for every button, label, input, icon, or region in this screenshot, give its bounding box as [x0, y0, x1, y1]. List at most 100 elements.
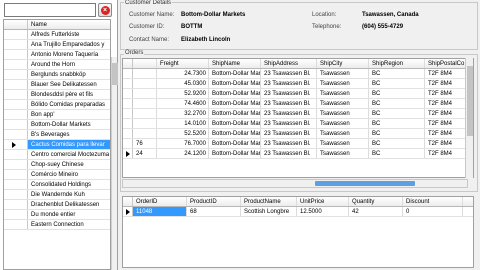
table-cell[interactable]: BC	[369, 69, 425, 78]
list-item[interactable]: Around the Horn	[4, 60, 110, 70]
table-row[interactable]: 7676.7000Bottom-Dollar Marke23 Tsawassen…	[123, 139, 473, 149]
table-cell[interactable]: BC	[369, 79, 425, 88]
scroll-thumb[interactable]	[315, 181, 415, 186]
customer-name-cell[interactable]: Bólido Comidas preparadas	[28, 100, 110, 109]
table-cell[interactable]: 24.1200	[157, 149, 209, 158]
list-item[interactable]: Bólido Comidas preparadas	[4, 100, 110, 110]
order-details-column-header[interactable]: Discount	[403, 197, 463, 206]
row-header[interactable]	[123, 69, 133, 78]
row-header[interactable]	[4, 190, 28, 199]
list-item[interactable]: Die Wandernde Kuh	[4, 190, 110, 200]
table-cell[interactable]: Bottom-Dollar Marke	[209, 149, 261, 158]
order-details-grid[interactable]: OrderID ProductID ProductName UnitPrice Quan…	[122, 196, 474, 268]
table-cell[interactable]: Bottom-Dollar Marke	[209, 89, 261, 98]
order-details-column-header[interactable]: OrderID	[133, 197, 187, 206]
table-cell[interactable]: T2F 8M4	[425, 149, 469, 158]
table-cell[interactable]: Tsawassen	[317, 129, 369, 138]
table-cell[interactable]: T2F 8M4	[425, 129, 469, 138]
customer-name-cell[interactable]: Bon app'	[28, 110, 110, 119]
table-cell[interactable]: Tsawassen	[317, 89, 369, 98]
list-item[interactable]: Du monde entier	[4, 210, 110, 220]
list-item[interactable]: Drachenblut Delikatessen	[4, 200, 110, 210]
table-row[interactable]: 11048 68 Scottish Longbre 12.5000 42 0	[123, 207, 473, 217]
row-header[interactable]	[123, 109, 133, 118]
row-header[interactable]	[4, 130, 28, 139]
customer-name-cell[interactable]: Ana Trujillo Emparedados y	[28, 40, 110, 49]
table-cell[interactable]: 23 Tsawassen Bl.	[261, 69, 317, 78]
row-header[interactable]	[4, 150, 28, 159]
table-cell[interactable]: T2F 8M4	[425, 139, 469, 148]
name-column-header[interactable]: Name	[28, 20, 47, 29]
table-cell[interactable]: T2F 8M4	[425, 69, 469, 78]
table-cell[interactable]: Bottom-Dollar Marke	[209, 109, 261, 118]
list-item[interactable]: Consolidated Holdings	[4, 180, 110, 190]
table-row[interactable]: 32.2700Bottom-Dollar Marke23 Tsawassen B…	[123, 109, 473, 119]
row-header[interactable]	[123, 119, 133, 128]
customer-name-cell[interactable]: Alfreds Futterkiste	[28, 30, 110, 39]
row-header[interactable]	[4, 50, 28, 59]
order-details-column-header[interactable]: Quantity	[349, 197, 403, 206]
row-header[interactable]	[4, 70, 28, 79]
customer-name-cell[interactable]: Drachenblut Delikatessen	[28, 200, 110, 209]
orders-column-header[interactable]: ShipRegion	[369, 59, 425, 68]
row-header[interactable]	[4, 90, 28, 99]
table-cell[interactable]: 23 Tsawassen Bl.	[261, 119, 317, 128]
table-cell[interactable]: 76.7000	[157, 139, 209, 148]
table-cell[interactable]: BC	[369, 99, 425, 108]
list-item[interactable]: B's Beverages	[4, 130, 110, 140]
customer-name-cell[interactable]: Comércio Mineiro	[28, 170, 110, 179]
row-header[interactable]	[4, 200, 28, 209]
table-cell[interactable]: 45.0300	[157, 79, 209, 88]
customer-name-cell[interactable]: B's Beverages	[28, 130, 110, 139]
customer-name-cell[interactable]: Consolidated Holdings	[28, 180, 110, 189]
row-header[interactable]	[123, 99, 133, 108]
list-item[interactable]: Blauer See Delikatessen	[4, 80, 110, 90]
customer-name-cell[interactable]: Die Wandernde Kuh	[28, 190, 110, 199]
table-cell[interactable]: 23 Tsawassen Bl.	[261, 99, 317, 108]
list-item[interactable]: Ana Trujillo Emparedados y	[4, 40, 110, 50]
row-header[interactable]	[4, 30, 28, 39]
row-header[interactable]	[123, 207, 133, 216]
customer-name-cell[interactable]: Du monde entier	[28, 210, 110, 219]
table-cell[interactable]: T2F 8M4	[425, 79, 469, 88]
list-item[interactable]: Antonio Moreno Taquería	[4, 50, 110, 60]
list-item[interactable]: Bon app'	[4, 110, 110, 120]
orders-grid-hscroll[interactable]	[122, 179, 468, 188]
table-row[interactable]: 14.0100Bottom-Dollar Marke23 Tsawassen B…	[123, 119, 473, 129]
table-cell[interactable]: Bottom-Dollar Marke	[209, 139, 261, 148]
row-header[interactable]	[123, 139, 133, 148]
table-row[interactable]: 2424.1200Bottom-Dollar Marke23 Tsawassen…	[123, 149, 473, 159]
table-cell[interactable]: T2F 8M4	[425, 99, 469, 108]
table-cell[interactable]: 42	[349, 207, 403, 216]
customer-name-cell[interactable]: Blauer See Delikatessen	[28, 80, 110, 89]
table-cell[interactable]: 12.5000	[297, 207, 349, 216]
row-header[interactable]	[4, 100, 28, 109]
scroll-thumb[interactable]	[467, 66, 473, 136]
table-cell[interactable]: Tsawassen	[317, 109, 369, 118]
list-item[interactable]: Eastern Connection	[4, 220, 110, 230]
table-row[interactable]: 52.9200Bottom-Dollar Marke23 Tsawassen B…	[123, 89, 473, 99]
table-cell[interactable]: BC	[369, 109, 425, 118]
list-item[interactable]: Berglunds snabbköp	[4, 70, 110, 80]
table-cell[interactable]: Tsawassen	[317, 119, 369, 128]
table-cell[interactable]: 23 Tsawassen Bl.	[261, 109, 317, 118]
table-row[interactable]: 45.0300Bottom-Dollar Marke23 Tsawassen B…	[123, 79, 473, 89]
row-header[interactable]	[4, 180, 28, 189]
customer-name-cell[interactable]: Centro comercial Moctezuma	[28, 150, 110, 159]
table-cell[interactable]: Tsawassen	[317, 139, 369, 148]
table-cell[interactable]: T2F 8M4	[425, 89, 469, 98]
list-item[interactable]: Bottom-Dollar Markets	[4, 120, 110, 130]
table-cell[interactable]: 24.7300	[157, 69, 209, 78]
list-item[interactable]: Alfreds Futterkiste	[4, 30, 110, 40]
row-header[interactable]	[123, 129, 133, 138]
list-item[interactable]: Centro comercial Moctezuma	[4, 150, 110, 160]
table-cell[interactable]: 23 Tsawassen Bl.	[261, 79, 317, 88]
row-header[interactable]	[4, 220, 28, 229]
orders-column-header[interactable]: ShipPostalCo	[425, 59, 469, 68]
table-cell[interactable]: Bottom-Dollar Marke	[209, 69, 261, 78]
customer-name-cell[interactable]: Blondesddsl père et fils	[28, 90, 110, 99]
customer-name-cell[interactable]: Cactus Comidas para llevar	[28, 140, 110, 149]
table-row[interactable]: 52.5200Bottom-Dollar Marke23 Tsawassen B…	[123, 129, 473, 139]
table-cell[interactable]: BC	[369, 129, 425, 138]
customer-name-cell[interactable]: Chop-suey Chinese	[28, 160, 110, 169]
